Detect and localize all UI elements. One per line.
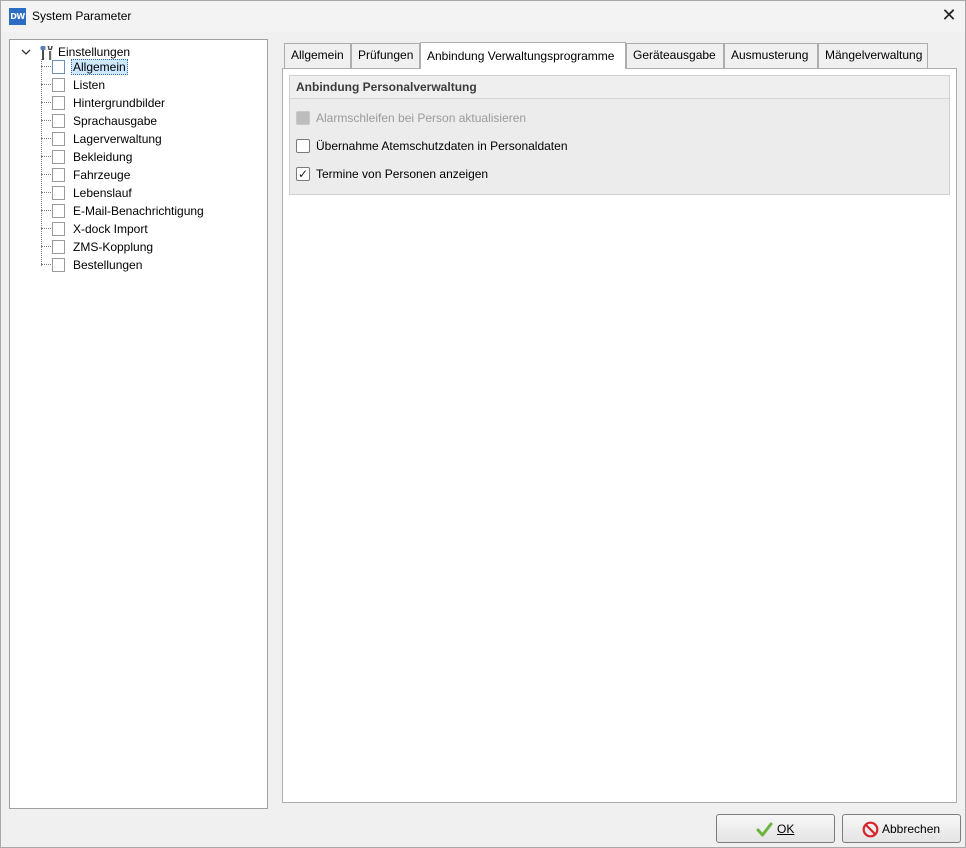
close-icon: ✕ bbox=[941, 5, 957, 26]
tree-connector bbox=[41, 66, 51, 67]
tree-item-label: Fahrzeuge bbox=[73, 168, 131, 182]
tree-connector bbox=[41, 102, 51, 103]
settings-tree[interactable]: Einstellungen Allgemein Listen Hintergrund… bbox=[9, 39, 268, 809]
tab-geraeteausgabe[interactable]: Geräteausgabe bbox=[626, 43, 724, 68]
tree-item-label: Lagerverwaltung bbox=[73, 132, 162, 146]
tree-item-label: ZMS-Kopplung bbox=[73, 240, 154, 254]
tree-item-label: Bestellungen bbox=[73, 258, 143, 272]
tree-item-label: E-Mail-Benachrichtigung bbox=[73, 204, 204, 218]
page-icon bbox=[52, 258, 65, 272]
tree-item[interactable]: Sprachausgabe bbox=[41, 112, 261, 130]
tree-item[interactable]: Fahrzeuge bbox=[41, 166, 261, 184]
page-icon bbox=[52, 132, 65, 146]
tree-item[interactable]: Listen bbox=[41, 76, 261, 94]
close-button[interactable]: ✕ bbox=[933, 1, 965, 32]
tree-item-label: Lebenslauf bbox=[73, 186, 132, 200]
checkbox-box[interactable] bbox=[296, 139, 310, 153]
tree-item[interactable]: Lebenslauf bbox=[41, 184, 261, 202]
tab-ausmusterung[interactable]: Ausmusterung bbox=[724, 43, 818, 68]
tree-item[interactable]: E-Mail-Benachrichtigung bbox=[41, 202, 261, 220]
tab-pruefungen[interactable]: Prüfungen bbox=[351, 43, 420, 68]
tree-item[interactable]: Bekleidung bbox=[41, 148, 261, 166]
page-icon bbox=[52, 96, 65, 110]
tree-item[interactable]: Lagerverwaltung bbox=[41, 130, 261, 148]
checkbox-label: Übernahme Atemschutzdaten in Personaldat… bbox=[316, 139, 568, 153]
checkbox-atemschutzdaten[interactable]: Übernahme Atemschutzdaten in Personaldat… bbox=[296, 137, 696, 155]
tree-item-label: Bekleidung bbox=[73, 150, 133, 164]
tree-root-label: Einstellungen bbox=[58, 45, 131, 59]
tree-connector bbox=[41, 84, 51, 85]
ok-button-label: OK bbox=[777, 822, 795, 836]
tree-connector bbox=[41, 264, 51, 265]
checkbox-termine[interactable]: ✓ Termine von Personen anzeigen bbox=[296, 165, 696, 183]
page-icon bbox=[52, 60, 65, 74]
tree-connector bbox=[41, 156, 51, 157]
page-icon bbox=[52, 168, 65, 182]
tree-connector bbox=[41, 210, 51, 211]
tree-item-label: X-dock Import bbox=[73, 222, 148, 236]
page-icon bbox=[52, 78, 65, 92]
tree-connector bbox=[41, 228, 51, 229]
tree-item[interactable]: Hintergrundbilder bbox=[41, 94, 261, 112]
page-icon bbox=[52, 240, 65, 254]
tree-item[interactable]: ZMS-Kopplung bbox=[41, 238, 261, 256]
tab-anbindung-verwaltungsprogramme[interactable]: Anbindung Verwaltungsprogramme bbox=[420, 42, 626, 69]
tree-item-label: Listen bbox=[73, 78, 106, 92]
page-icon bbox=[52, 150, 65, 164]
title-bar: DW System Parameter ✕ bbox=[1, 1, 965, 32]
tree-connector bbox=[41, 120, 51, 121]
checkbox-label: Alarmschleifen bei Person aktualisieren bbox=[316, 111, 527, 125]
page-icon bbox=[52, 186, 65, 200]
page-icon bbox=[52, 114, 65, 128]
checkbox-box[interactable]: ✓ bbox=[296, 167, 310, 181]
checkbox-alarmschleifen[interactable]: Alarmschleifen bei Person aktualisieren bbox=[296, 109, 696, 127]
checkmark-icon: ✓ bbox=[298, 167, 309, 181]
tab-allgemein[interactable]: Allgemein bbox=[284, 43, 351, 68]
cancel-button-label: Abbrechen bbox=[882, 822, 941, 836]
checkbox-box[interactable] bbox=[296, 111, 310, 125]
app-logo-icon: DW bbox=[9, 8, 26, 25]
cancel-button[interactable]: Abbrechen bbox=[842, 814, 961, 843]
tree-item[interactable]: Allgemein bbox=[41, 58, 261, 76]
group-anbindung-personalverwaltung: Anbindung Personalverwaltung Alarmschlei… bbox=[289, 75, 950, 195]
tree-connector bbox=[41, 246, 51, 247]
checkmark-icon bbox=[756, 822, 773, 837]
tree-item-label: Allgemein bbox=[71, 59, 128, 75]
page-icon bbox=[52, 222, 65, 236]
tree-item[interactable]: Bestellungen bbox=[41, 256, 261, 274]
tree-connector bbox=[41, 192, 51, 193]
tree-connector bbox=[41, 138, 51, 139]
cancel-icon bbox=[862, 821, 879, 838]
tree-item[interactable]: X-dock Import bbox=[41, 220, 261, 238]
tab-panel: Anbindung Personalverwaltung Alarmschlei… bbox=[282, 68, 957, 803]
ok-button[interactable]: OK bbox=[716, 814, 835, 843]
chevron-down-icon[interactable] bbox=[20, 46, 32, 58]
tab-maengelverwaltung[interactable]: Mängelverwaltung bbox=[818, 43, 928, 68]
system-parameter-window: DW System Parameter ✕ Einstellungen Allg… bbox=[0, 0, 966, 848]
page-icon bbox=[52, 204, 65, 218]
tree-item-label: Sprachausgabe bbox=[73, 114, 158, 128]
tree-item-label: Hintergrundbilder bbox=[73, 96, 166, 110]
group-title: Anbindung Personalverwaltung bbox=[290, 76, 949, 99]
checkbox-label: Termine von Personen anzeigen bbox=[316, 167, 489, 181]
tree-connector bbox=[41, 174, 51, 175]
window-title: System Parameter bbox=[32, 9, 132, 23]
